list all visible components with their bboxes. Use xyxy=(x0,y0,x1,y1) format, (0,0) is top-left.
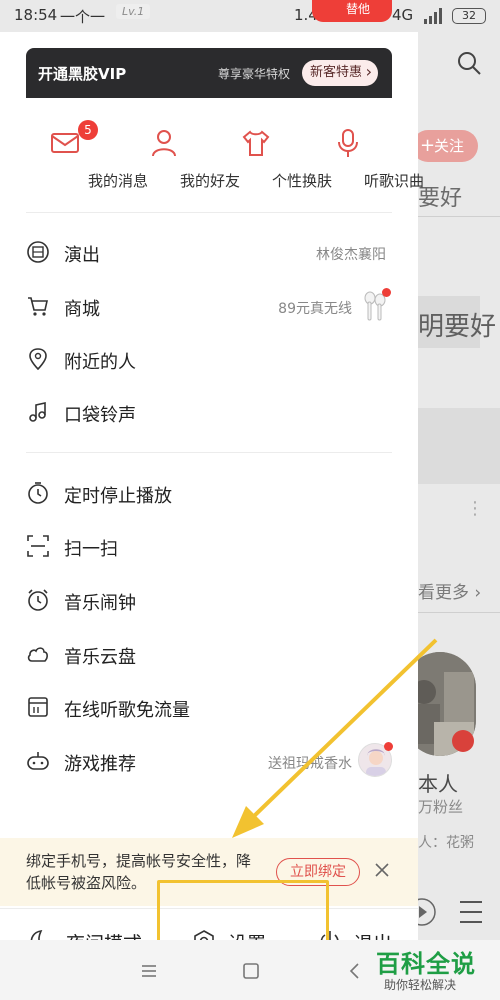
level-badge: Lv.1 xyxy=(116,4,151,19)
status-bar: 18:54 一个一 Lv.1 1.4K/s 替他 4G 32 xyxy=(0,0,500,32)
menu-label: 在线听歌免流量 xyxy=(64,700,190,721)
back-icon[interactable] xyxy=(344,960,366,982)
microphone-icon xyxy=(338,129,358,157)
status-pill-text: 替他 xyxy=(346,2,371,16)
scan-icon xyxy=(27,535,49,557)
ringtone-icon xyxy=(29,402,46,422)
menu-label: 附近的人 xyxy=(64,352,136,373)
cart-icon xyxy=(28,297,48,316)
divider xyxy=(418,216,500,217)
menu-item-alarm[interactable]: 音乐闹钟 xyxy=(26,580,392,620)
notification-dot xyxy=(382,288,391,297)
fans-count: 万粉丝 xyxy=(418,798,464,816)
watermark-subtitle: 助你轻松解决 xyxy=(384,978,457,992)
divider xyxy=(418,612,500,613)
menu-label: 口袋铃声 xyxy=(64,405,136,426)
home-icon[interactable] xyxy=(240,960,262,982)
menu-item-shows[interactable]: 演出 林俊杰襄阳 xyxy=(26,232,392,272)
side-drawer: 开通黑胶VIP 尊享豪华特权 新客特惠 5 我的消息 我的好友 个性换肤 xyxy=(0,32,424,972)
menu-label: 商城 xyxy=(64,299,100,320)
vip-perk: 尊享豪华特权 xyxy=(218,67,291,81)
menu-item-nearby[interactable]: 附近的人 xyxy=(26,339,392,379)
quick-label: 我的好友 xyxy=(179,172,240,190)
quick-label: 听歌识曲 xyxy=(363,172,424,190)
sim-card-icon xyxy=(28,697,48,717)
vip-offer-button[interactable]: 新客特惠 xyxy=(302,59,379,86)
clock: 18:54 xyxy=(14,6,58,24)
menu-label: 音乐云盘 xyxy=(64,647,136,668)
more-dots-icon[interactable]: ⋮ xyxy=(466,498,484,519)
battery-indicator: 32 xyxy=(452,8,486,24)
envelope-icon xyxy=(51,133,79,153)
menu-item-cloud-drive[interactable]: 音乐云盘 xyxy=(26,634,392,674)
menu-hint: 林俊杰襄阳 xyxy=(316,247,386,263)
menu-label: 定时停止播放 xyxy=(64,486,172,507)
network-label: 4G xyxy=(392,6,414,24)
close-icon[interactable] xyxy=(372,860,392,880)
player-controls[interactable] xyxy=(418,888,500,938)
timer-icon xyxy=(28,482,48,504)
see-more-link[interactable]: 看更多 › xyxy=(418,578,481,603)
message-badge: 5 xyxy=(78,120,98,140)
vip-title: 开通黑胶VIP xyxy=(38,65,127,83)
background-caption: 人：花粥 xyxy=(418,835,474,851)
background-text: 明要好 xyxy=(418,312,497,342)
cloud-icon xyxy=(27,647,48,662)
quick-actions: 5 我的消息 我的好友 个性换肤 听歌识曲 xyxy=(26,120,424,198)
person-icon xyxy=(152,130,176,157)
quick-label: 我的消息 xyxy=(87,172,148,190)
menu-item-store[interactable]: 商城 89元真无线 xyxy=(26,286,392,326)
artist-name: 本人 xyxy=(418,772,458,796)
menu-item-scan[interactable]: 扫一扫 xyxy=(26,526,392,566)
settings-highlight-box xyxy=(157,880,329,948)
play-icon[interactable] xyxy=(452,730,474,752)
search-icon[interactable] xyxy=(456,50,482,76)
location-pin-icon xyxy=(29,348,47,371)
menu-item-free-data[interactable]: 在线听歌免流量 xyxy=(26,687,392,727)
divider xyxy=(26,212,392,213)
tshirt-icon xyxy=(242,130,270,156)
ticket-icon xyxy=(27,241,49,263)
menu-label: 音乐闹钟 xyxy=(64,593,136,614)
notification-dot xyxy=(384,742,393,751)
username: 一个一 xyxy=(60,8,106,26)
watermark-logo: 百科全说 助你轻松解决 xyxy=(372,944,492,996)
signal-icon xyxy=(424,8,442,24)
menu-hint: 送祖玛戒香水 xyxy=(268,756,352,772)
vip-banner[interactable]: 开通黑胶VIP 尊享豪华特权 新客特惠 xyxy=(26,48,392,98)
menu-item-sleep-timer[interactable]: 定时停止播放 xyxy=(26,473,392,513)
divider xyxy=(26,452,392,453)
menu-icon[interactable] xyxy=(138,960,160,982)
menu-label: 游戏推荐 xyxy=(64,754,136,775)
quick-label: 个性换肤 xyxy=(271,172,332,190)
follow-button[interactable]: 关注 xyxy=(412,130,478,162)
watermark-title: 百科全说 xyxy=(376,950,476,978)
menu-item-games[interactable]: 游戏推荐 送祖玛戒香水 xyxy=(26,741,393,781)
menu-item-ringtones[interactable]: 口袋铃声 xyxy=(26,392,392,432)
menu-label: 扫一扫 xyxy=(64,539,118,560)
menu-hint: 89元真无线 xyxy=(278,301,352,317)
background-card xyxy=(418,408,500,484)
alarm-clock-icon xyxy=(28,589,48,611)
menu-label: 演出 xyxy=(64,245,100,266)
game-controller-icon xyxy=(27,752,49,770)
